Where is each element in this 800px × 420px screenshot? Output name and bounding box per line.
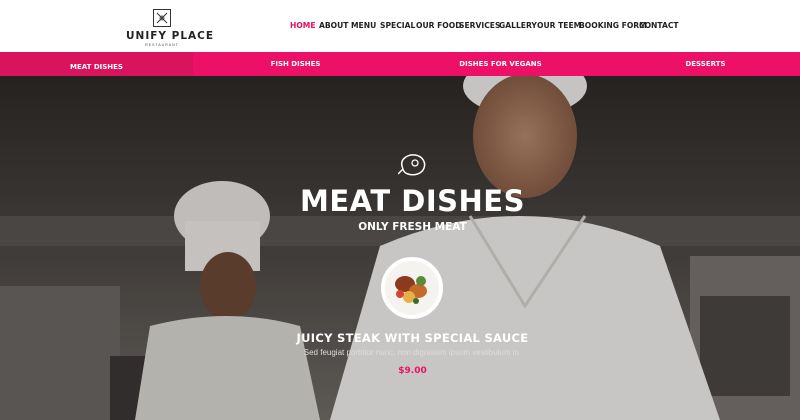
logo-emblem-icon xyxy=(153,9,171,27)
brand-logo[interactable]: UNIFY PLACE RESTAURANT xyxy=(126,9,215,47)
nav-item-services[interactable]: SERVICES xyxy=(459,21,500,30)
nav-item-our-teem[interactable]: OUR TEEM xyxy=(537,21,581,30)
hero-title: MEAT DISHES xyxy=(300,184,525,218)
nav-item-about[interactable]: ABOUT xyxy=(319,21,348,30)
brand-tagline: RESTAURANT xyxy=(145,43,179,47)
steak-icon xyxy=(398,154,426,176)
nav-item-contact[interactable]: CONTACT xyxy=(639,21,679,30)
category-tabs: MEAT DISHES FISH DISHES DISHES FOR VEGAN… xyxy=(0,52,800,80)
nav-item-special[interactable]: SPECIAL xyxy=(380,21,415,30)
tab-desserts[interactable]: DESSERTS xyxy=(603,52,800,76)
nav-item-booking-form[interactable]: BOOKING FORM xyxy=(579,21,647,30)
tab-fish-dishes[interactable]: FISH DISHES xyxy=(193,52,398,76)
nav-item-gallery[interactable]: GALLERY xyxy=(499,21,537,30)
dish-description: Sed feugiat porttitor nunc, non dignissi… xyxy=(303,348,522,357)
site-header: UNIFY PLACE RESTAURANT HOME ABOUT MENU S… xyxy=(0,0,800,52)
dish-price: $9.00 xyxy=(398,366,427,376)
tab-dishes-for-vegans[interactable]: DISHES FOR VEGANS xyxy=(398,52,603,76)
nav-item-our-food[interactable]: OUR FOOD xyxy=(416,21,462,30)
dish-name: JUICY STEAK WITH SPECIAL SAUCE xyxy=(296,331,529,345)
dish-image[interactable] xyxy=(381,257,443,319)
hero-subtitle: ONLY FRESH MEAT xyxy=(358,221,467,233)
nav-item-menu[interactable]: MENU xyxy=(351,21,376,30)
nav-item-home[interactable]: HOME xyxy=(290,21,316,30)
brand-name: UNIFY PLACE xyxy=(126,30,215,42)
